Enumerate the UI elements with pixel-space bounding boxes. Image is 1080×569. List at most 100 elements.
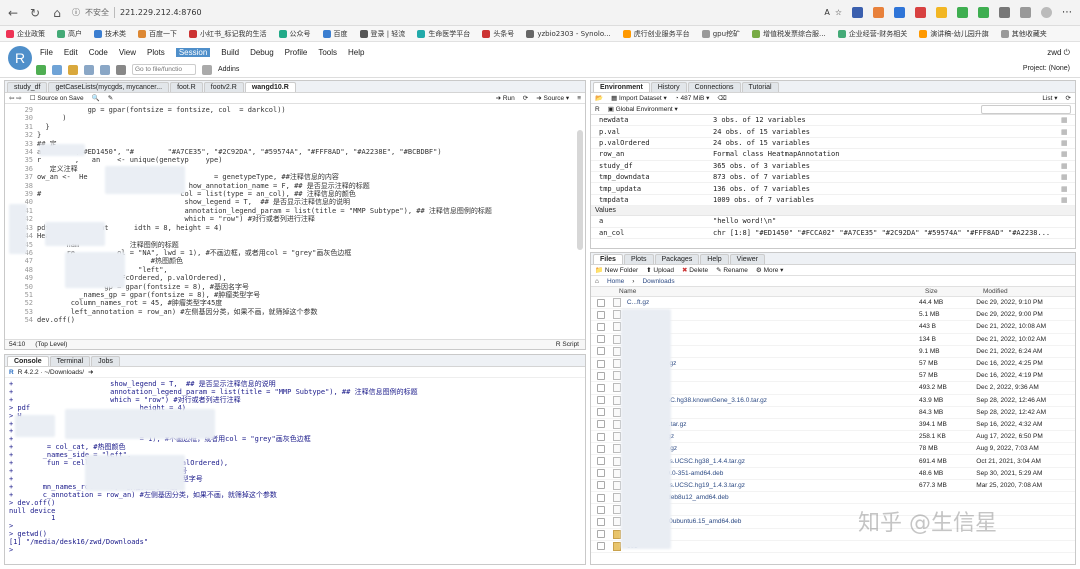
environment-row[interactable]: newdata 3 obs. of 12 variables ▦ (591, 115, 1075, 127)
more-menu[interactable]: ⚙ More ▾ (756, 266, 784, 274)
green-extension-icon[interactable] (957, 7, 968, 18)
variable-name[interactable]: tmp_downdata (591, 173, 713, 181)
open-icon[interactable]: 📂 (595, 94, 603, 102)
code-line[interactable]: pdf( kHeat idth = 8, height = 4) (37, 224, 492, 232)
address-bar[interactable]: ⓘ 不安全 221.229.212.4:8760 A ☆ (72, 4, 842, 22)
file-checkbox[interactable] (597, 408, 605, 417)
bookmark-item[interactable]: 演讲稿-幼儿园升旗 (919, 29, 989, 39)
file-name[interactable]: C...ft.gz (621, 299, 919, 306)
home-icon[interactable]: ⌂ (48, 4, 66, 22)
code-line[interactable]: which = "row") #对行或者列进行注释 (37, 215, 492, 223)
code-line[interactable]: } (37, 131, 492, 139)
file-checkbox[interactable] (597, 359, 605, 368)
green-extension-icon[interactable] (978, 7, 989, 18)
environment-row[interactable]: p.valOrdered 24 obs. of 15 variables ▦ (591, 138, 1075, 150)
environment-row[interactable]: an_col chr [1:8] "#ED1450" "#FCCA02" "#A7… (591, 228, 1075, 239)
file-checkbox[interactable] (597, 530, 605, 539)
refresh-icon[interactable]: ↻ (26, 4, 44, 22)
new-folder-button[interactable]: 📁 New Folder (595, 266, 638, 274)
bookmark-item[interactable]: 增值税发票综合服... (752, 29, 826, 39)
file-checkbox[interactable] (597, 444, 605, 453)
bookmark-item[interactable]: 百度一下 (138, 29, 177, 39)
bookmark-item[interactable]: 企业经营-财务相关 (837, 29, 907, 39)
home-icon[interactable]: ⌂ (595, 278, 599, 285)
file-row[interactable]: C...ft.gz 44.4 MB Dec 29, 2022, 9:10 PM (591, 297, 1075, 310)
delete-button[interactable]: ✖ Delete (682, 266, 708, 274)
view-grid-icon[interactable]: ▦ (1061, 162, 1075, 170)
files-tab[interactable]: Viewer (729, 254, 765, 264)
open-file-icon[interactable] (68, 64, 78, 75)
breadcrumb-home[interactable]: Home (607, 278, 624, 285)
bookmark-item[interactable]: 登录 | 轻流 (359, 29, 405, 39)
variable-name[interactable]: newdata (591, 116, 713, 124)
file-checkbox[interactable] (597, 505, 605, 514)
code-line[interactable]: } (37, 123, 492, 131)
source-tab[interactable]: foot.R (170, 82, 203, 92)
scrollbar[interactable] (577, 130, 583, 250)
file-checkbox[interactable] (597, 457, 605, 466)
goto-dir-icon[interactable]: ➜ (88, 368, 93, 376)
file-checkbox[interactable] (597, 335, 605, 344)
refresh-icon[interactable]: ⟳ (1066, 94, 1071, 102)
files-tab[interactable]: Help (700, 254, 729, 264)
view-grid-icon[interactable]: ▦ (1061, 116, 1075, 124)
menu-plots[interactable]: Plots (147, 48, 165, 57)
file-checkbox[interactable] (597, 542, 605, 551)
p-extension-icon[interactable] (894, 7, 905, 18)
source-tab[interactable]: footv2.R (203, 82, 244, 92)
console-output[interactable]: + show_legend = T, ## 是否显示注释信息的说明 + annot… (9, 380, 418, 555)
menu-view[interactable]: View (119, 48, 136, 57)
code-line[interactable]: gp = gpar(fontsize = fontsize, col = dar… (37, 106, 492, 114)
file-checkbox[interactable] (597, 517, 605, 526)
code-line[interactable]: nam 注释图例的标题 (37, 241, 492, 249)
print-icon[interactable] (116, 64, 126, 75)
file-checkbox[interactable] (597, 420, 605, 429)
list-view-menu[interactable]: List ▾ (1042, 94, 1057, 102)
code-line[interactable]: column_names_rot = 45, #肿瘤类型字45度 (37, 299, 492, 307)
environment-row[interactable]: row_an Formal class HeatmapAnnotation ▦ (591, 149, 1075, 161)
menu-debug[interactable]: Debug (250, 48, 274, 57)
variable-name[interactable]: an_col (591, 229, 713, 237)
bookmark-item[interactable]: 虎行创业服务平台 (622, 29, 690, 39)
sidebar-icon[interactable] (1020, 7, 1031, 18)
code-editor[interactable]: 29 30 31 32 33 34 35 36 37 38 39 40 41 42 43 44 45 46 47 48… (5, 104, 585, 338)
new-project-icon[interactable] (52, 64, 62, 75)
code-line[interactable]: show_legend = T, ## 是否显示注释信息的说明 (37, 198, 492, 206)
bookmark-item[interactable]: 高户 (57, 29, 82, 39)
avatar[interactable] (1041, 7, 1052, 18)
run-button[interactable]: ➜ Run (496, 94, 515, 102)
variable-name[interactable]: a (591, 217, 713, 225)
console-tab[interactable]: Terminal (49, 356, 91, 366)
red-extension-icon[interactable] (915, 7, 926, 18)
files-tab[interactable]: Packages (654, 254, 700, 264)
files-tab[interactable]: Files (593, 254, 623, 264)
menu-code[interactable]: Code (89, 48, 108, 57)
variable-name[interactable]: p.val (591, 128, 713, 136)
environment-tab[interactable]: Environment (593, 82, 650, 92)
variable-name[interactable]: row_an (591, 150, 713, 158)
scope-menu[interactable]: ▣ Global Environment ▾ (608, 105, 678, 113)
filetype-menu[interactable]: R Script (556, 341, 579, 348)
file-checkbox[interactable] (597, 396, 605, 405)
bookmark-item[interactable]: 公众号 (278, 29, 311, 39)
source-tab[interactable]: study_df (7, 82, 48, 92)
search-input[interactable] (981, 104, 1071, 114)
environment-row[interactable]: tmp_downdata 873 obs. of 7 variables ▦ (591, 172, 1075, 184)
file-checkbox[interactable] (597, 481, 605, 490)
environment-tab[interactable]: History (650, 82, 687, 92)
bookmark-item[interactable]: 头条号 (482, 29, 514, 39)
code-line[interactable]: ## 定 (37, 140, 492, 148)
fox-extension-icon[interactable] (873, 7, 884, 18)
source-tab[interactable]: getCaseLists(mycgds, mycancer... (48, 82, 170, 92)
bookmark-item[interactable]: yzbio2303 - Synolo... (526, 29, 611, 38)
view-grid-icon[interactable]: ▦ (1061, 139, 1075, 147)
rename-button[interactable]: ✎ Rename (716, 266, 748, 274)
menu-icon[interactable]: ⋯ (1062, 7, 1072, 18)
bookmark-item[interactable]: 生命医学平台 (417, 29, 470, 39)
file-checkbox[interactable] (597, 432, 605, 441)
broom-icon[interactable]: ⌫ (717, 94, 726, 102)
outline-icon[interactable]: ≡ (577, 95, 581, 102)
save-all-icon[interactable] (100, 64, 110, 75)
file-checkbox[interactable] (597, 469, 605, 478)
rerun-icon[interactable]: ⟳ (523, 94, 528, 102)
